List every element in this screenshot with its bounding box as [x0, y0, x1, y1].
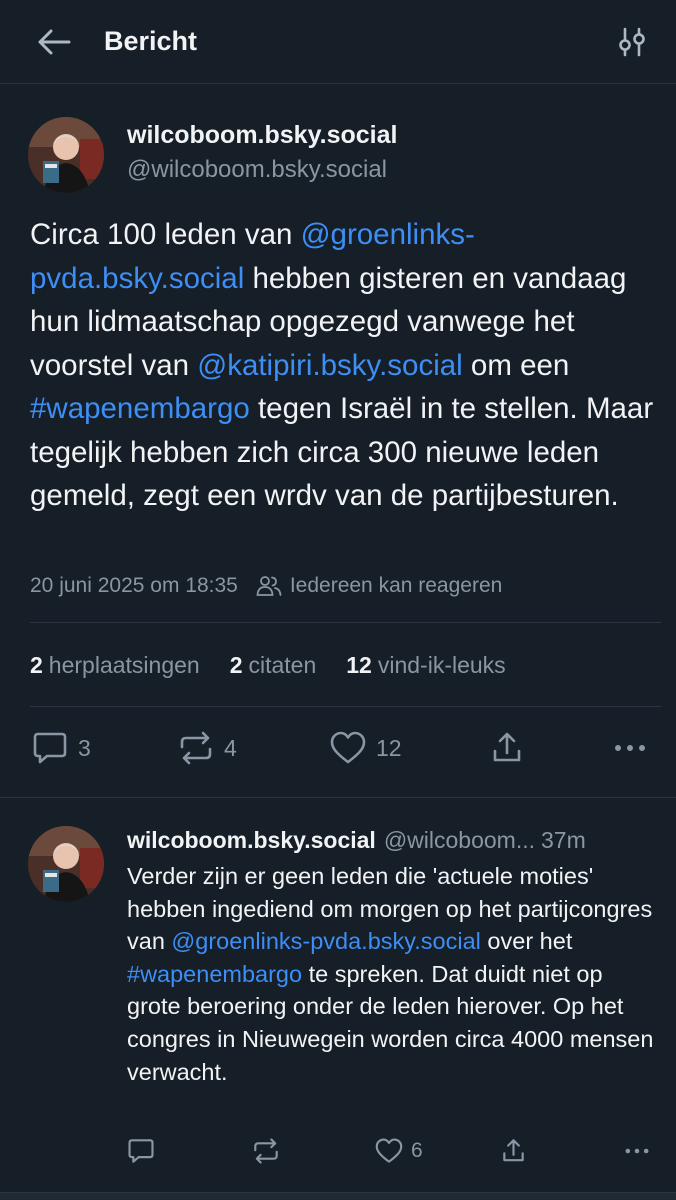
divider — [0, 797, 676, 798]
reply-button[interactable]: 3 — [32, 731, 91, 765]
reply-more-options-button[interactable] — [622, 1138, 652, 1164]
reply-share-button[interactable] — [500, 1138, 527, 1164]
reply-header: wilcoboom.bsky.social @wilcoboom... 37m — [127, 825, 665, 855]
share-icon — [493, 732, 521, 762]
post-text: Circa 100 leden van @groenlinks-pvda.bsk… — [30, 213, 660, 518]
reply-author-handle[interactable]: @wilcoboom... — [384, 827, 535, 854]
likes-label: vind-ik-leuks — [377, 651, 506, 678]
quotes-count: 2 — [229, 651, 243, 678]
author-handle[interactable]: @wilcoboom.bsky.social — [127, 156, 387, 184]
people-icon — [256, 576, 282, 596]
reply-count: 3 — [78, 734, 91, 761]
mention-link[interactable]: @groenlinks-pvda.bsky.social — [171, 928, 480, 954]
back-button[interactable] — [30, 20, 78, 64]
thread-options-button[interactable] — [608, 20, 656, 64]
heart-icon — [330, 731, 366, 764]
reply-text: Verder zijn er geen leden die 'actuele m… — [127, 860, 662, 1088]
quotes-stat[interactable]: 2 citaten — [230, 652, 317, 679]
hashtag-link[interactable]: #wapenembargo — [30, 392, 250, 425]
comment-icon — [33, 732, 67, 764]
reply-like-count: 6 — [411, 1139, 423, 1162]
reposts-stat[interactable]: 2 herplaatsingen — [30, 652, 200, 679]
reply-reply-button[interactable] — [127, 1138, 155, 1164]
repost-button[interactable]: 4 — [178, 731, 237, 765]
post-timestamp: 20 juni 2025 om 18:35 — [30, 574, 238, 597]
repost-count: 4 — [224, 734, 237, 761]
like-count: 12 — [376, 734, 402, 761]
post-text-segment: Circa 100 leden van — [30, 218, 301, 251]
ellipsis-icon — [615, 745, 645, 751]
reply-text-segment: over het — [480, 928, 573, 955]
avatar-photo — [28, 826, 104, 902]
reply-settings-label: Iedereen kan reageren — [289, 574, 503, 597]
reposts-count: 2 — [30, 651, 43, 678]
post-meta: 20 juni 2025 om 18:35 Iedereen kan reage… — [30, 571, 502, 601]
post-text-segment: om een — [462, 348, 570, 382]
engagement-stats: 2 herplaatsingen 2 citaten 12 vind-ik-leuks — [30, 650, 536, 680]
share-button[interactable] — [490, 731, 524, 765]
reply-repost-button[interactable] — [252, 1138, 280, 1164]
composer-bar-edge — [0, 1192, 676, 1200]
ellipsis-icon — [625, 1148, 649, 1154]
page-title: Bericht — [104, 26, 198, 56]
reply-author-avatar[interactable] — [28, 826, 104, 902]
avatar-photo — [28, 117, 104, 193]
divider — [30, 706, 661, 707]
reply-author-name[interactable]: wilcoboom.bsky.social — [127, 827, 376, 854]
author-display-name[interactable]: wilcoboom.bsky.social — [127, 120, 397, 150]
arrow-left-icon — [38, 29, 71, 55]
hashtag-link[interactable]: #wapenembargo — [127, 961, 302, 987]
reposts-label: herplaatsingen — [48, 651, 200, 678]
mention-link[interactable]: @katipiri.bsky.social — [197, 349, 462, 382]
reply-timestamp[interactable]: 37m — [541, 827, 586, 854]
share-icon — [503, 1139, 524, 1162]
repost-icon — [180, 731, 212, 765]
reply-like-button[interactable]: 6 — [375, 1138, 423, 1164]
reply-settings[interactable]: Iedereen kan reageren — [256, 574, 503, 598]
more-options-button[interactable] — [612, 731, 648, 765]
sliders-icon — [619, 27, 645, 57]
repost-icon — [254, 1138, 278, 1164]
like-button[interactable]: 12 — [330, 731, 402, 765]
heart-icon — [375, 1138, 403, 1163]
likes-count: 12 — [346, 651, 372, 678]
divider — [30, 622, 661, 623]
likes-stat[interactable]: 12 vind-ik-leuks — [346, 652, 505, 679]
comment-icon — [128, 1139, 154, 1163]
quotes-label: citaten — [248, 651, 317, 678]
top-bar: Bericht — [0, 0, 676, 84]
author-avatar[interactable] — [28, 117, 104, 193]
